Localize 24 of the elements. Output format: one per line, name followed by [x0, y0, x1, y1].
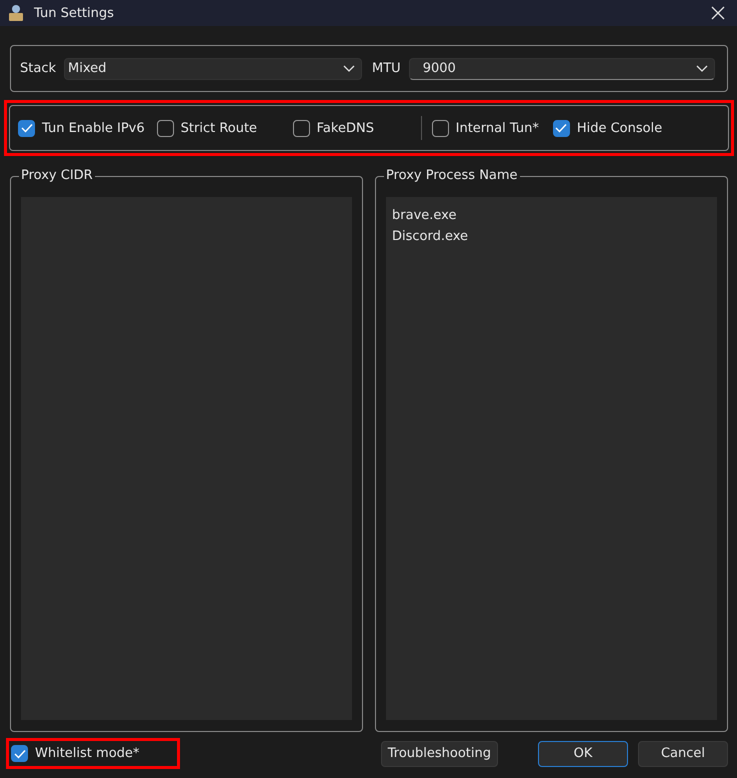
app-icon: [8, 4, 24, 22]
chevron-down-icon: [343, 64, 355, 72]
option-checkbox[interactable]: Hide Console: [552, 120, 662, 136]
check-icon: [14, 748, 26, 758]
dialog-button[interactable]: Cancel: [638, 740, 728, 766]
option-checkbox[interactable]: FakeDNS: [292, 120, 417, 136]
mtu-label: MTU: [372, 61, 401, 76]
option-checkbox[interactable]: Strict Route: [156, 120, 281, 136]
chevron-down-icon: [696, 64, 708, 72]
text-area[interactable]: brave.exe Discord.exe: [386, 197, 717, 720]
stack-dropdown[interactable]: Mixed: [64, 58, 362, 80]
close-icon: [711, 6, 725, 20]
stack-label: Stack: [20, 61, 56, 76]
check-icon: [20, 123, 32, 133]
check-icon: [555, 123, 568, 133]
option-checkbox[interactable]: Internal Tun*: [432, 120, 539, 136]
group-title: Proxy CIDR: [19, 168, 95, 183]
option-checkbox[interactable]: Tun Enable IPv6: [18, 120, 145, 136]
mtu-dropdown[interactable]: 9000: [408, 58, 715, 80]
dialog-button[interactable]: Troubleshooting: [380, 740, 498, 766]
window-title: Tun Settings: [34, 6, 115, 20]
whitelist-checkbox[interactable]: Whitelist mode*: [11, 745, 140, 762]
group-title: Proxy Process Name: [384, 168, 520, 183]
ok-button[interactable]: OK: [538, 740, 628, 766]
